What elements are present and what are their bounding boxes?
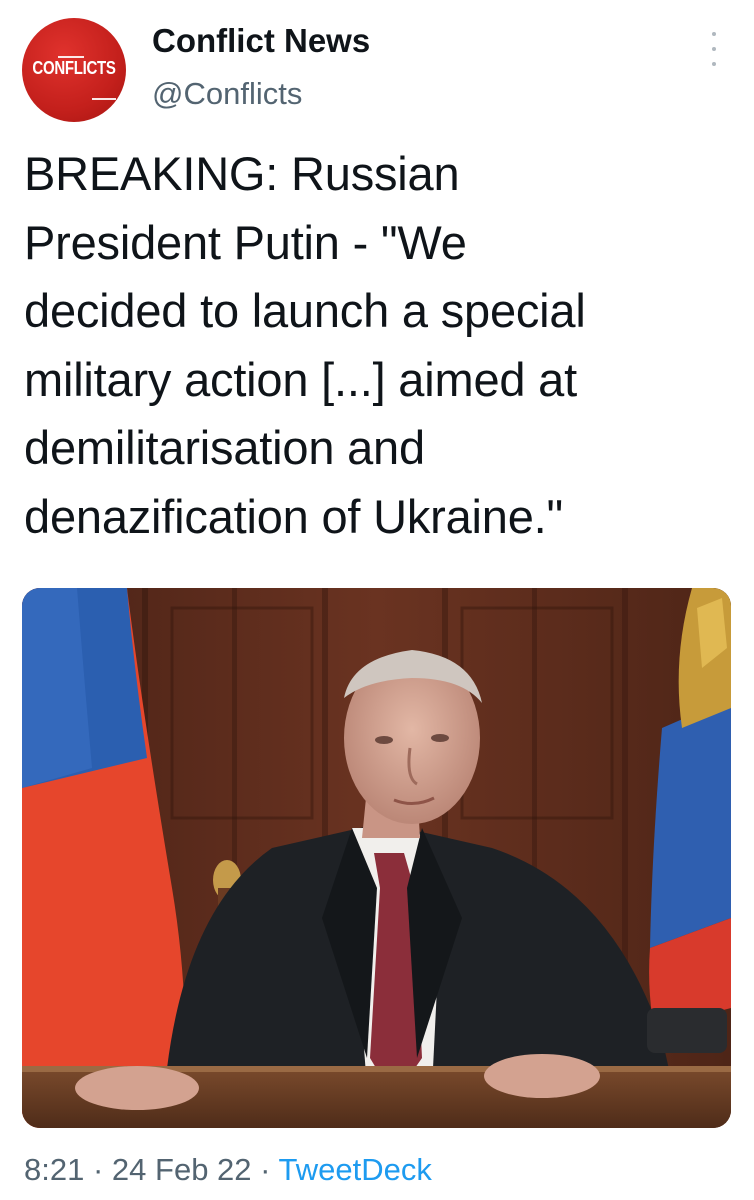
display-name[interactable]: Conflict News — [152, 22, 370, 60]
avatar-logo-text: CONFLICTS — [32, 57, 116, 80]
tweet-media-image[interactable] — [22, 588, 731, 1128]
tweet-date[interactable]: 24 Feb 22 — [112, 1152, 252, 1187]
tweet-text-line: BREAKING: Russian — [24, 147, 460, 200]
left-hand — [75, 1066, 199, 1110]
tweet: CONFLICTS Conflict News @Conflicts BREAK… — [0, 0, 754, 1200]
tweet-source-link[interactable]: TweetDeck — [279, 1152, 432, 1187]
meta-separator: · — [92, 1152, 104, 1187]
right-hand — [484, 1054, 600, 1098]
tweet-text: BREAKING: Russian President Putin - "We … — [24, 140, 724, 551]
tweet-meta: 8:21 · 24 Feb 22 · TweetDeck — [24, 1152, 432, 1188]
tweet-text-line: President Putin - "We — [24, 215, 467, 269]
meta-separator: · — [260, 1152, 271, 1187]
avatar[interactable]: CONFLICTS — [22, 18, 126, 122]
user-handle[interactable]: @Conflicts — [152, 76, 302, 112]
tweet-text-line: denazification of Ukraine." — [24, 489, 564, 543]
tweet-text-line: decided to launch a special — [24, 284, 586, 337]
tweet-text-line: military action [...] aimed at — [24, 352, 577, 406]
tweet-text-line: demilitarisation and — [24, 421, 425, 474]
more-vertical-icon[interactable] — [706, 32, 722, 66]
avatar-line — [92, 98, 116, 100]
tweet-time[interactable]: 8:21 — [24, 1152, 84, 1187]
